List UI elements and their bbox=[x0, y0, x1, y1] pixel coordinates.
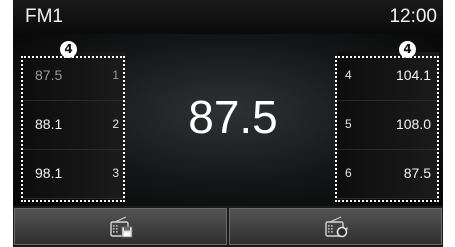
callout-marker-right: 4 bbox=[399, 41, 416, 58]
bottom-toolbar bbox=[13, 206, 443, 247]
callout-marker-left: 4 bbox=[60, 41, 77, 58]
radio-save-button[interactable] bbox=[14, 208, 227, 245]
band-label: FM1 bbox=[25, 6, 63, 27]
preset-highlight-left bbox=[21, 56, 125, 202]
radio-scan-icon bbox=[324, 215, 347, 237]
status-bar: FM1 12:00 bbox=[13, 0, 443, 34]
clock: 12:00 bbox=[389, 6, 437, 27]
radio-save-icon bbox=[109, 215, 132, 237]
radio-screen: FM1 12:00 87.5 1 88.1 2 98.1 3 4 104.1 5… bbox=[13, 0, 443, 247]
current-frequency: 87.5 bbox=[188, 91, 278, 143]
preset-highlight-right bbox=[335, 56, 439, 202]
radio-scan-button[interactable] bbox=[229, 208, 442, 245]
